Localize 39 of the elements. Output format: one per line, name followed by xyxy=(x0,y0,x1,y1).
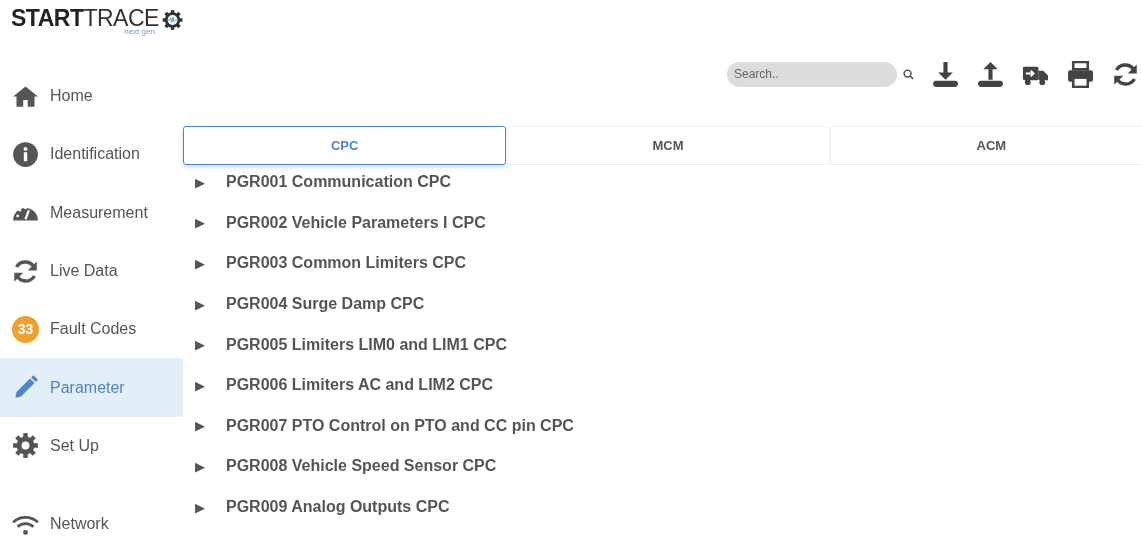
refresh-icon xyxy=(12,257,39,285)
expand-arrow[interactable]: ▶ xyxy=(195,499,226,515)
print-icon[interactable] xyxy=(1067,60,1094,88)
parameter-group[interactable]: PGR009 Analog Outputs CPC xyxy=(226,498,450,517)
expand-arrow[interactable]: ▶ xyxy=(195,337,226,353)
search-field[interactable]: Search.. xyxy=(727,61,897,87)
sidebar-item[interactable]: Live Data xyxy=(0,241,183,301)
sidebar-item[interactable]: Home xyxy=(0,67,183,126)
gear-icon xyxy=(12,432,39,460)
expand-arrow[interactable]: ▶ xyxy=(195,296,226,312)
refresh-icon[interactable] xyxy=(1112,60,1139,88)
upload-icon[interactable] xyxy=(977,60,1004,88)
tab[interactable]: ACM xyxy=(829,126,1141,165)
search-icon[interactable] xyxy=(903,68,914,80)
parameter-group[interactable]: PGR002 Vehicle Parameters I CPC xyxy=(226,213,486,232)
parameter-group[interactable]: PGR004 Surge Damp CPC xyxy=(226,295,425,314)
count-badge: 33 xyxy=(12,315,39,343)
expand-arrow[interactable]: ▶ xyxy=(195,377,226,393)
info-icon xyxy=(12,140,39,168)
expand-arrow[interactable]: ▶ xyxy=(195,174,226,190)
sidebar-item[interactable]: Identification xyxy=(0,125,183,184)
tab[interactable]: MCM xyxy=(506,126,830,165)
parameter-group[interactable]: PGR006 Limiters AC and LIM2 CPC xyxy=(226,376,494,395)
sidebar-item[interactable]: Network xyxy=(0,495,183,551)
sidebar-item[interactable]: Measurement xyxy=(0,183,183,242)
parameter-group[interactable]: PGR001 Communication CPC xyxy=(226,173,451,192)
parameter-group[interactable]: PGR003 Common Limiters CPC xyxy=(226,254,467,273)
parameter-group[interactable]: PGR007 PTO Control on PTO and CC pin CPC xyxy=(226,416,574,435)
download-icon[interactable] xyxy=(932,60,959,88)
expand-arrow[interactable]: ▶ xyxy=(195,418,226,434)
tab[interactable]: CPC xyxy=(183,126,507,165)
expand-arrow[interactable]: ▶ xyxy=(195,215,226,231)
expand-arrow[interactable]: ▶ xyxy=(195,256,226,271)
sidebar-item[interactable]: Set Up xyxy=(0,416,183,476)
parameter-group[interactable]: PGR008 Vehicle Speed Sensor CPC xyxy=(226,457,497,476)
sidebar-item[interactable]: 33 Fault Codes xyxy=(0,300,183,359)
logo-tagline: next gen xyxy=(124,28,155,36)
parameter-group[interactable]: PGR005 Limiters LIM0 and LIM1 CPC xyxy=(226,335,507,354)
expand-arrow[interactable]: ▶ xyxy=(195,458,226,474)
